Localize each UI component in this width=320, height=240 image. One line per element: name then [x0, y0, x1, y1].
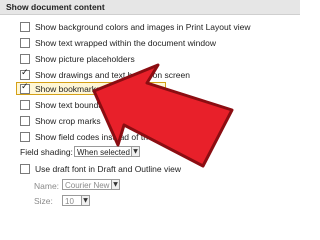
font-name-select[interactable]: Courier New [62, 179, 112, 190]
field-shading-select[interactable]: When selected [74, 146, 132, 157]
field-codes-checkbox[interactable] [20, 132, 30, 142]
option-label: Show text boundaries [35, 100, 117, 110]
picture-placeholders-checkbox[interactable] [20, 54, 30, 64]
show-bookmarks-checkbox[interactable] [20, 82, 30, 94]
option-draft-font[interactable]: Use draft font in Draft and Outline view [20, 163, 181, 175]
option-label: Use draft font in Draft and Outline view [35, 164, 181, 174]
option-crop-marks[interactable]: Show crop marks [20, 115, 101, 127]
word-options-panel: Show document content Show background co… [0, 0, 300, 206]
chevron-down-icon[interactable]: ▼ [111, 179, 120, 190]
option-label: Show background colors and images in Pri… [35, 22, 251, 32]
option-picture-placeholders[interactable]: Show picture placeholders [20, 53, 135, 65]
name-label: Name: [34, 181, 60, 191]
chevron-down-icon[interactable]: ▼ [81, 195, 90, 206]
option-label: Show crop marks [35, 116, 101, 126]
drawings-text-boxes-checkbox[interactable] [20, 68, 30, 80]
draft-font-checkbox[interactable] [20, 164, 30, 174]
background-colors-checkbox[interactable] [20, 22, 30, 32]
text-wrapped-checkbox[interactable] [20, 38, 30, 48]
option-text-wrapped[interactable]: Show text wrapped within the document wi… [20, 37, 216, 49]
option-label: Show drawings and text boxes on screen [35, 70, 190, 80]
option-background-colors[interactable]: Show background colors and images in Pri… [20, 21, 250, 33]
field-shading-label: Field shading: [20, 147, 73, 157]
option-drawings-text-boxes[interactable]: Show drawings and text boxes on screen [20, 68, 190, 81]
chevron-down-icon[interactable]: ▼ [131, 146, 140, 157]
section-header: Show document content [0, 0, 300, 15]
text-boundaries-checkbox[interactable] [20, 100, 30, 110]
option-show-bookmarks[interactable]: Show bookmarks [20, 82, 101, 95]
option-label: Show picture placeholders [35, 54, 135, 64]
font-size-select[interactable]: 10 [62, 195, 82, 206]
crop-marks-checkbox[interactable] [20, 116, 30, 126]
option-label: Show text wrapped within the document wi… [35, 38, 216, 48]
option-text-boundaries[interactable]: Show text boundaries [20, 99, 117, 111]
option-field-codes[interactable]: Show field codes instead of th [20, 131, 148, 143]
size-label: Size: [34, 196, 53, 206]
option-label: Show bookmarks [35, 84, 101, 94]
option-label: Show field codes instead of th [35, 132, 148, 142]
